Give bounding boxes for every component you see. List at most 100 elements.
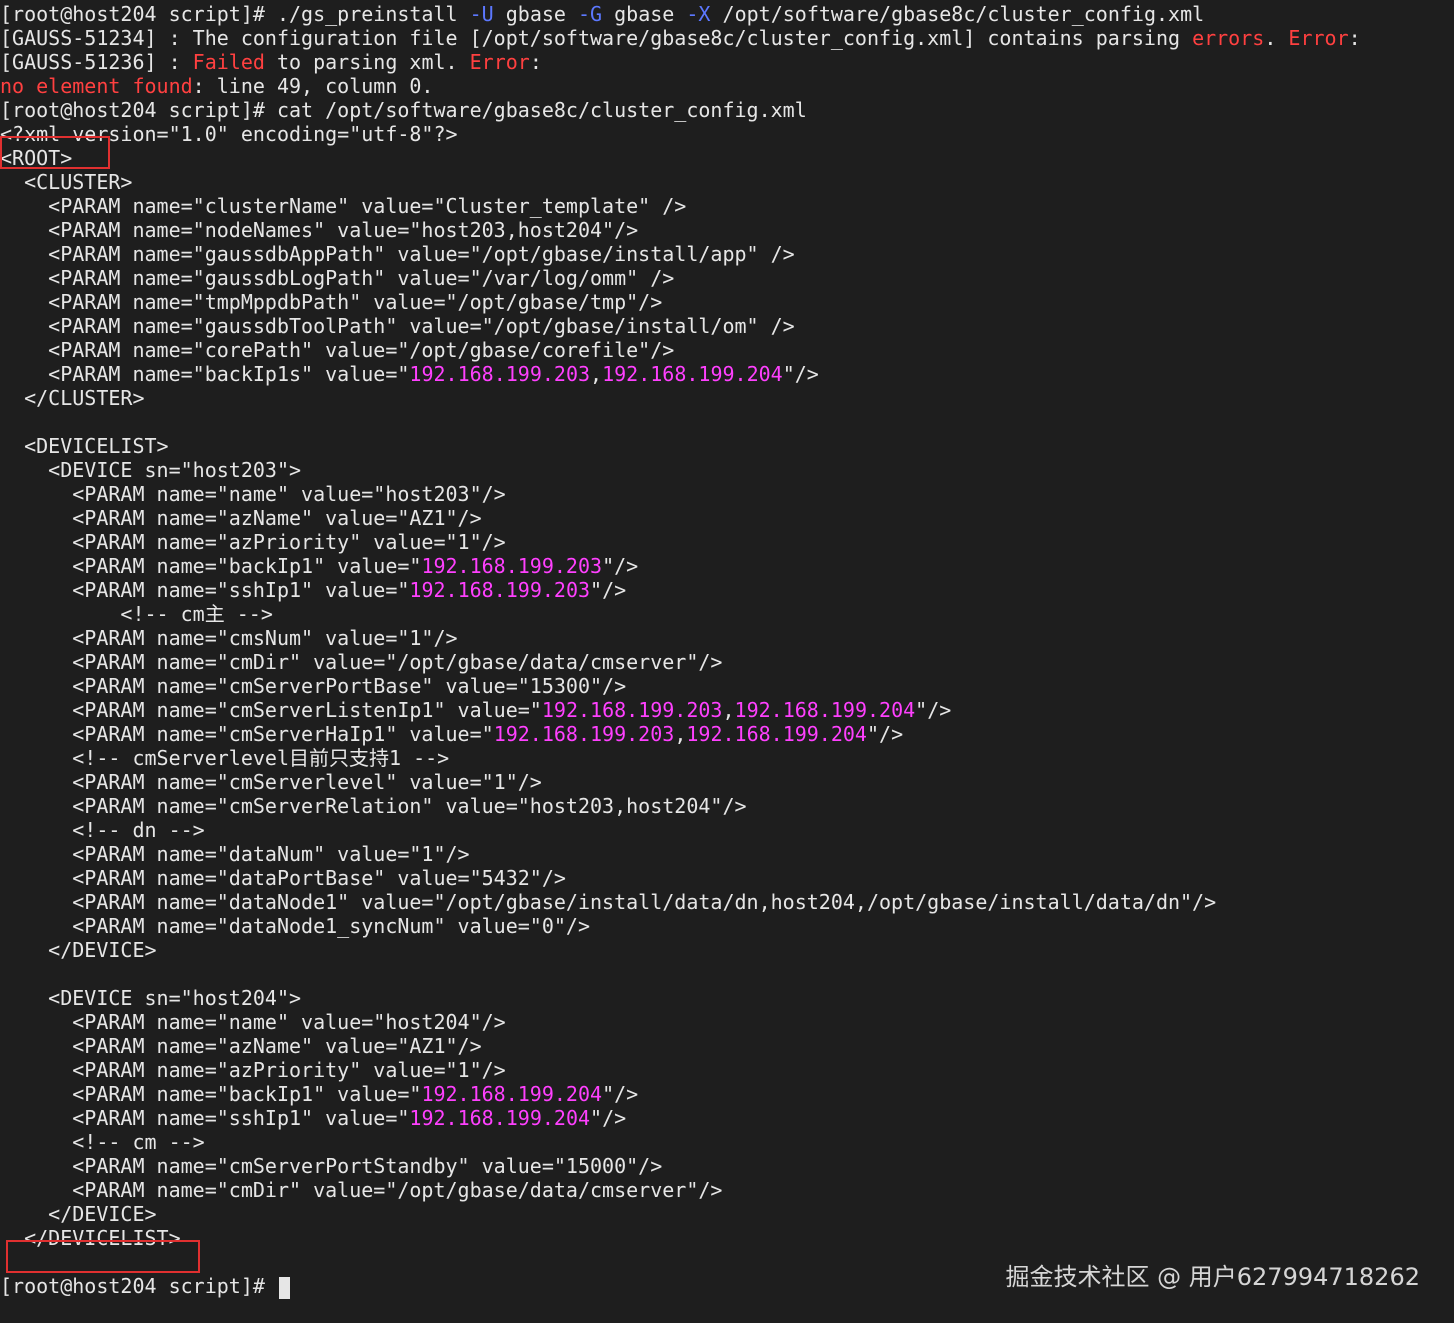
- terminal-text-segment: "/>: [782, 362, 819, 386]
- terminal-line: <!-- cm -->: [0, 1130, 204, 1154]
- terminal-text-segment: <PARAM name="azName" value="AZ1"/>: [0, 506, 482, 530]
- terminal-text-segment: [GAUSS-51236] :: [0, 50, 193, 74]
- terminal-line: </DEVICE>: [0, 938, 157, 962]
- terminal-text-segment: "/>: [602, 554, 639, 578]
- terminal-text-segment: Error: [1288, 26, 1349, 50]
- terminal-text-segment: <PARAM name="dataNode1" value="/opt/gbas…: [0, 890, 1217, 914]
- terminal-line: <PARAM name="gaussdbToolPath" value="/op…: [0, 314, 795, 338]
- terminal-text-segment: <PARAM name="gaussdbToolPath" value="/op…: [0, 314, 795, 338]
- terminal-text-segment: <PARAM name="name" value="host204"/>: [0, 1010, 506, 1034]
- terminal-text-segment: -G: [578, 2, 603, 26]
- terminal-line: </DEVICE>: [0, 1202, 157, 1226]
- terminal-text-segment: /opt/software/gbase8c/cluster_config.xml: [710, 2, 1205, 26]
- terminal-text-segment: 192.168.199.203: [541, 698, 723, 722]
- terminal-text-segment: <!-- dn -->: [0, 818, 205, 842]
- terminal-line: </CLUSTER>: [0, 386, 144, 410]
- terminal-text-segment: 192.168.199.204: [686, 722, 867, 746]
- terminal-line: <PARAM name="cmServerHaIp1" value=" 192.1…: [0, 722, 903, 746]
- terminal-text-segment: <!-- cm主 -->: [0, 602, 273, 626]
- terminal-text-segment: <ROOT>: [0, 146, 73, 170]
- terminal-line: <DEVICE sn="host204">: [0, 986, 301, 1010]
- terminal-line: <PARAM name="azPriority" value="1"/>: [0, 1058, 506, 1082]
- terminal-line: <PARAM name="cmServerRelation" value="ho…: [0, 794, 747, 818]
- terminal-text-segment: "/>: [866, 722, 904, 746]
- terminal-line: <!-- dn -->: [0, 818, 205, 842]
- terminal-text-segment: <PARAM name="tmpMppdbPath" value="/opt/g…: [0, 290, 663, 314]
- terminal-text-segment: <PARAM name="nodeNames" value="host203,h…: [0, 218, 639, 242]
- terminal-text-segment: </DEVICE>: [0, 1202, 157, 1226]
- terminal-text-segment: <PARAM name="cmServerRelation" value="ho…: [0, 794, 747, 818]
- terminal-text-segment: <PARAM name="gaussdbLogPath" value="/var…: [0, 266, 675, 290]
- terminal-line: <PARAM name="cmDir" value="/opt/gbase/da…: [0, 1178, 722, 1202]
- terminal-text-segment: <CLUSTER>: [0, 170, 133, 194]
- terminal-text-segment: <PARAM name="dataNum" value="1"/>: [0, 842, 470, 866]
- terminal-text-segment: <PARAM name="azName" value="AZ1"/>: [0, 1034, 482, 1058]
- terminal-text-segment: 192.168.199.204: [602, 362, 783, 386]
- terminal-text-segment: to parsing xml.: [264, 50, 470, 74]
- terminal-line: <PARAM name="azName" value="AZ1"/>: [0, 1034, 482, 1058]
- terminal-text-segment: 192.168.199.204: [734, 698, 916, 722]
- terminal-line: [root@host204 script]# cat /opt/software…: [0, 98, 807, 122]
- terminal-line: <CLUSTER>: [0, 170, 132, 194]
- terminal-text-segment: <PARAM name="cmServerlevel" value="1"/>: [0, 770, 542, 794]
- terminal-line: <PARAM name="name" value="host203"/>: [0, 482, 506, 506]
- terminal-text-segment: <PARAM name="cmDir" value="/opt/gbase/da…: [0, 650, 723, 674]
- terminal-text-segment: <?xml version="1.0" encoding="utf-8"?>: [0, 122, 458, 146]
- terminal-text-segment: <PARAM name="cmServerPortBase" value="15…: [0, 674, 627, 698]
- terminal-text-segment: .: [1264, 26, 1289, 50]
- terminal-line: <ROOT>: [0, 146, 72, 170]
- terminal-line: <PARAM name="gaussdbAppPath" value="/opt…: [0, 242, 795, 266]
- terminal-line: <PARAM name="dataNode1_syncNum" value="0…: [0, 914, 590, 938]
- terminal-text-segment: [root@host204 script]# ./gs_preinstall: [0, 2, 470, 26]
- terminal-text-segment: </DEVICELIST>: [0, 1226, 181, 1250]
- terminal-text-segment: : line 49, column 0.: [192, 74, 434, 98]
- terminal-line: no element found: line 49, column 0.: [0, 74, 433, 98]
- terminal-line: <PARAM name="sshIp1" value="192.168.199.…: [0, 578, 626, 602]
- terminal-text-segment: "/>: [915, 698, 952, 722]
- terminal-text-segment: <PARAM name="name" value="host203"/>: [0, 482, 506, 506]
- terminal-text-segment: <PARAM name="cmServerListenIp1" value=": [0, 698, 542, 722]
- terminal-text-segment: -U: [469, 2, 494, 26]
- terminal-text-segment: <PARAM name="cmServerHaIp1" value=": [0, 722, 494, 746]
- terminal-text-segment: <PARAM name="cmsNum" value="1"/>: [0, 626, 458, 650]
- terminal-line: <PARAM name="dataPortBase" value="5432"/…: [0, 866, 566, 890]
- watermark: 掘金技术社区 @ 用户627994718262: [1005, 1263, 1421, 1291]
- terminal-text-segment: <PARAM name="backIp1" value=": [0, 554, 422, 578]
- terminal-text-segment: <PARAM name="sshIp1" value=": [0, 1106, 410, 1130]
- terminal-text-segment: <PARAM name="dataPortBase" value="5432"/…: [0, 866, 566, 890]
- terminal-output[interactable]: [root@host204 script]# ./gs_preinstall -…: [0, 2, 1454, 1323]
- terminal-text-segment: :: [529, 50, 542, 74]
- terminal-text-segment: 192.168.199.203: [409, 362, 591, 386]
- terminal-line: <PARAM name="azName" value="AZ1"/>: [0, 506, 482, 530]
- terminal-text-segment: <PARAM name="dataNode1_syncNum" value="0…: [0, 914, 591, 938]
- terminal-line: <PARAM name="clusterName" value="Cluster…: [0, 194, 686, 218]
- terminal-line: <PARAM name="gaussdbLogPath" value="/var…: [0, 266, 674, 290]
- terminal-line: <PARAM name="dataNum" value="1"/>: [0, 842, 470, 866]
- terminal-line: </DEVICELIST>: [0, 1226, 181, 1250]
- terminal-text-segment: <PARAM name="cmDir" value="/opt/gbase/da…: [0, 1178, 723, 1202]
- terminal-text-segment: :: [1348, 26, 1361, 50]
- terminal-text-segment: <PARAM name="gaussdbAppPath" value="/opt…: [0, 242, 795, 266]
- terminal-text-segment: <PARAM name="corePath" value="/opt/gbase…: [0, 338, 675, 362]
- terminal-text-segment: <DEVICE sn="host203">: [0, 458, 302, 482]
- terminal-line: <PARAM name="cmsNum" value="1"/>: [0, 626, 458, 650]
- terminal-text-segment: 192.168.199.204: [421, 1082, 603, 1106]
- terminal-text-segment: <PARAM name="sshIp1" value=": [0, 578, 410, 602]
- terminal-text-segment: <PARAM name="cmServerPortStandby" value=…: [0, 1154, 663, 1178]
- terminal-text-segment: 192.168.199.203: [409, 578, 591, 602]
- terminal-text-segment: [root@host204 script]# cat /opt/software…: [0, 98, 807, 122]
- terminal-text-segment: <PARAM name="backIp1" value=": [0, 1082, 422, 1106]
- terminal-line: <PARAM name="backIp1" value="192.168.199…: [0, 554, 638, 578]
- terminal-text-segment: Error: [469, 50, 530, 74]
- terminal-text-segment: "/>: [602, 1082, 639, 1106]
- terminal-text-segment: 192.168.199.203: [421, 554, 603, 578]
- terminal-text-segment: </DEVICE>: [0, 938, 157, 962]
- terminal-text-segment: "/>: [590, 578, 627, 602]
- terminal-line: <PARAM name="cmServerPortStandby" value=…: [0, 1154, 662, 1178]
- terminal-line: [root@host204 script]# ./gs_preinstall -…: [0, 2, 1204, 26]
- terminal-line: [root@host204 script]#: [0, 1274, 290, 1299]
- terminal-text-segment: <PARAM name="azPriority" value="1"/>: [0, 1058, 506, 1082]
- terminal-text-segment: <DEVICELIST>: [0, 434, 169, 458]
- terminal-line: <?xml version="1.0" encoding="utf-8"?>: [0, 122, 458, 146]
- terminal-text-segment: gbase: [602, 2, 687, 26]
